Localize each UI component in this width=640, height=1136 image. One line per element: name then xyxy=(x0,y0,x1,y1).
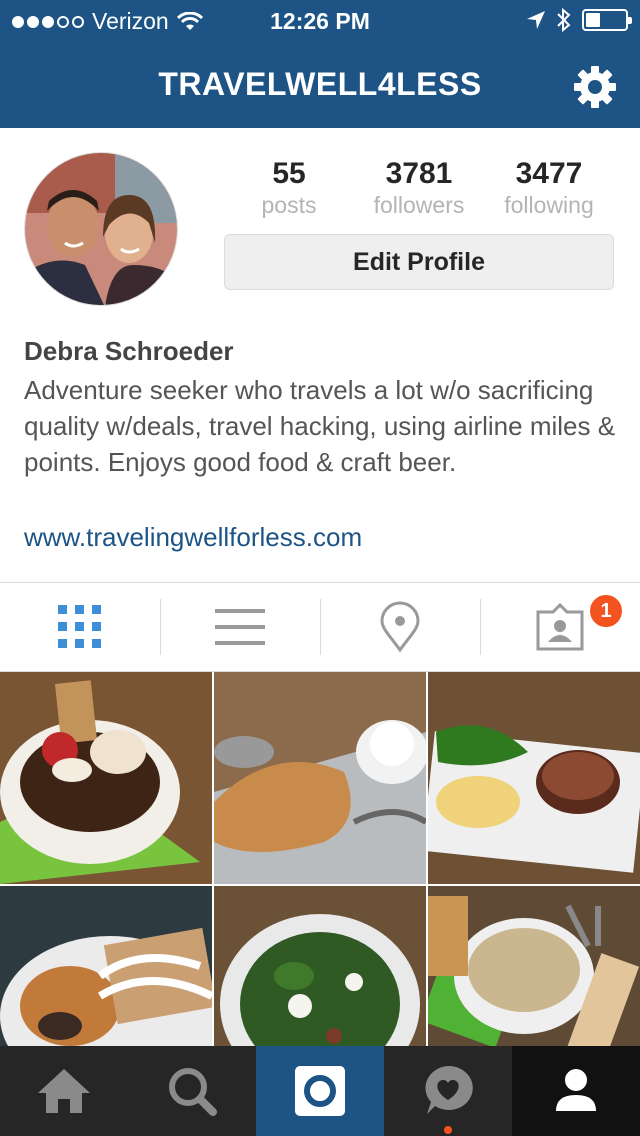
tagged-user-icon xyxy=(536,602,584,651)
stat-followers-label: followers xyxy=(373,192,465,218)
photo-thumb[interactable] xyxy=(428,672,640,884)
bottom-tab-profile[interactable] xyxy=(512,1046,640,1136)
profile-website-link[interactable]: www.travelingwellforless.com xyxy=(24,522,362,553)
bottom-tab-activity[interactable] xyxy=(384,1046,512,1136)
stat-posts[interactable]: 55 posts xyxy=(224,156,354,218)
stat-followers[interactable]: 3781 followers xyxy=(354,156,484,218)
photo-grid xyxy=(0,672,640,1046)
stat-following-count: 3477 xyxy=(515,157,583,190)
stat-posts-count: 55 xyxy=(272,157,306,190)
bluetooth-icon xyxy=(557,8,571,32)
activity-heart-icon xyxy=(425,1065,473,1114)
grid-icon xyxy=(58,605,101,648)
notification-badge: 1 xyxy=(588,593,624,629)
activity-notification-dot xyxy=(444,1126,452,1134)
status-bar: Verizon 12:26 PM xyxy=(0,0,640,40)
photo-thumb[interactable] xyxy=(0,672,212,884)
list-icon xyxy=(215,609,265,645)
bottom-tab-search[interactable] xyxy=(128,1046,256,1136)
tab-list-view[interactable] xyxy=(160,583,320,671)
status-right xyxy=(526,8,632,32)
profile-bio: Adventure seeker who travels a lot w/o s… xyxy=(24,375,616,477)
tab-tagged-photos[interactable]: 1 xyxy=(480,583,640,671)
page-title: TRAVELWELL4LESS xyxy=(158,66,482,102)
stat-posts-label: posts xyxy=(261,192,317,218)
settings-gear-icon[interactable] xyxy=(572,64,618,110)
battery-icon xyxy=(582,9,632,31)
profile-name: Debra Schroeder xyxy=(24,336,234,366)
edit-profile-button[interactable]: Edit Profile xyxy=(224,234,614,290)
photo-thumb[interactable] xyxy=(214,672,426,884)
stat-followers-count: 3781 xyxy=(385,157,453,190)
profile-stats: 55 posts 3781 followers 3477 following xyxy=(224,156,614,218)
top-header: Verizon 12:26 PM TRAVELWELL4LESS xyxy=(0,0,640,128)
bottom-tab-bar xyxy=(0,1046,640,1136)
home-icon xyxy=(38,1069,90,1113)
location-pin-icon xyxy=(380,601,420,653)
bottom-tab-home[interactable] xyxy=(0,1046,128,1136)
tab-grid-view[interactable] xyxy=(0,583,160,671)
bottom-tab-camera[interactable] xyxy=(256,1046,384,1136)
photo-thumb[interactable] xyxy=(214,886,426,1046)
photo-thumb[interactable] xyxy=(428,886,640,1046)
tab-map-view[interactable] xyxy=(320,583,480,671)
location-arrow-icon xyxy=(527,11,545,29)
profile-view-tabs: 1 xyxy=(0,582,640,672)
stat-following-label: following xyxy=(504,192,594,218)
search-icon xyxy=(169,1068,217,1116)
photo-thumb[interactable] xyxy=(0,886,212,1046)
stat-following[interactable]: 3477 following xyxy=(484,156,614,218)
profile-person-icon xyxy=(556,1069,596,1111)
profile-avatar[interactable] xyxy=(24,152,178,306)
camera-icon xyxy=(295,1066,345,1116)
